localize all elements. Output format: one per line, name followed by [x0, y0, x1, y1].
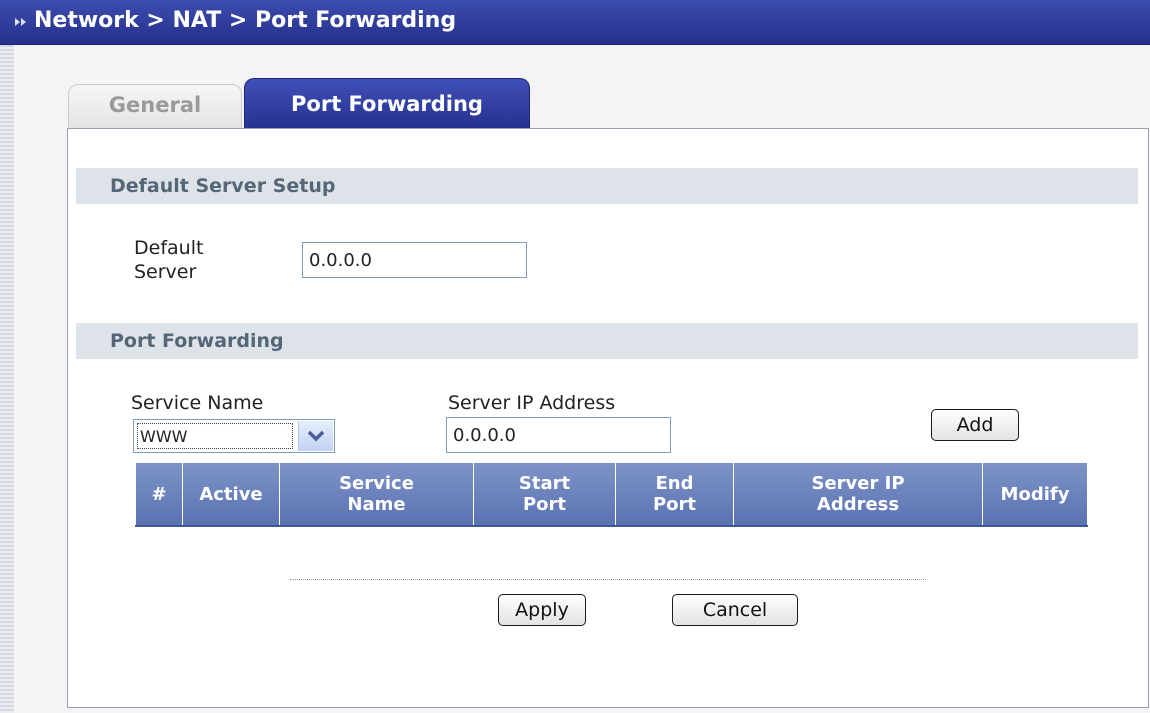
server-ip-label: Server IP Address: [448, 392, 616, 414]
add-button[interactable]: Add: [931, 409, 1019, 441]
arrow-right-icon: [15, 18, 26, 26]
cancel-button[interactable]: Cancel: [672, 594, 798, 626]
section-header-default-server: Default Server Setup: [76, 168, 1138, 204]
column-header-end-port: End Port: [615, 463, 734, 527]
column-header-modify: Modify: [982, 463, 1088, 527]
column-header-service-name: Service Name: [279, 463, 474, 527]
service-name-label: Service Name: [131, 392, 264, 414]
table-header-row: # Active Service Name Start Port End Port S…: [135, 463, 1088, 527]
port-forwarding-table: # Active Service Name Start Port End Port S…: [135, 463, 1088, 527]
title-bar: Network > NAT > Port Forwarding: [0, 0, 1150, 45]
breadcrumb: Network > NAT > Port Forwarding: [34, 8, 457, 33]
column-header-start-port: Start Port: [473, 463, 616, 527]
default-server-label: Default Server: [134, 237, 204, 283]
left-edge-strip: [0, 45, 14, 713]
tab-port-forwarding[interactable]: Port Forwarding: [244, 78, 530, 129]
service-name-select[interactable]: WWW: [133, 419, 335, 453]
chevron-down-icon: [307, 430, 325, 442]
dropdown-button[interactable]: [298, 421, 333, 451]
apply-button[interactable]: Apply: [498, 594, 586, 626]
default-server-input[interactable]: [302, 242, 527, 278]
tab-general[interactable]: General: [68, 84, 242, 129]
server-ip-input[interactable]: [446, 417, 671, 453]
column-header-number: #: [135, 463, 183, 527]
service-name-selected-value: WWW: [137, 423, 293, 449]
column-header-active: Active: [182, 463, 280, 527]
section-header-port-forwarding: Port Forwarding: [76, 323, 1138, 359]
column-header-server-ip: Server IP Address: [733, 463, 983, 527]
content-panel: Default Server Setup Default Server Port…: [67, 128, 1149, 708]
divider: [290, 579, 926, 580]
